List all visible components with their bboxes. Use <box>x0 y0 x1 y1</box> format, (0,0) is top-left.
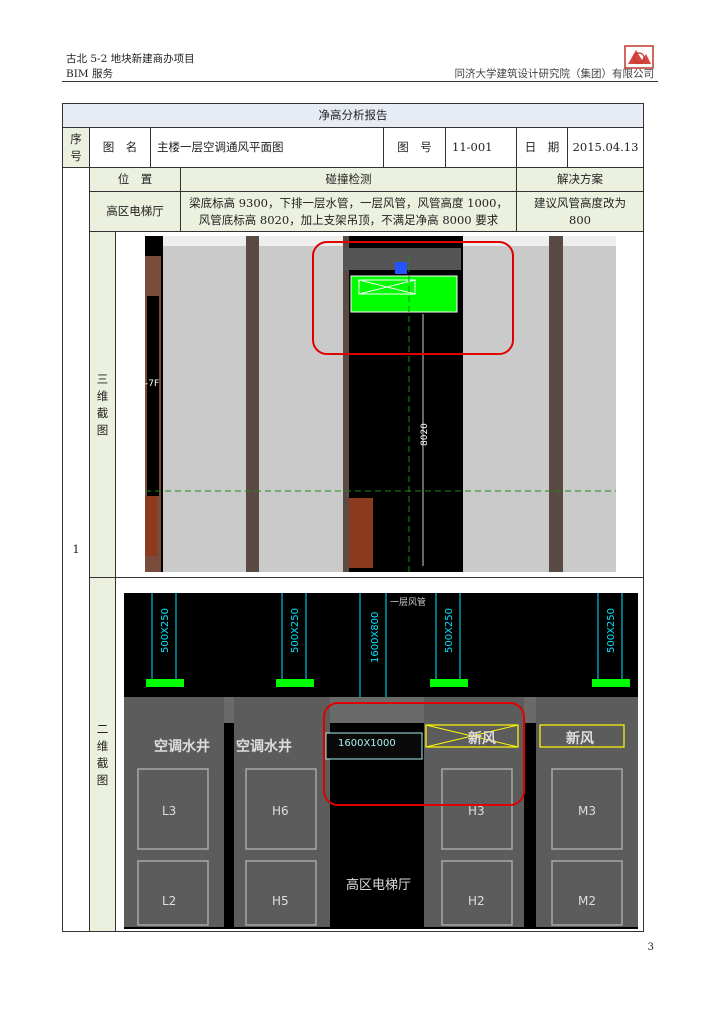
duct-tag-3: 1600X800 <box>370 612 381 663</box>
clash-header: 碰撞检测 <box>181 168 517 192</box>
room-l2: L2 <box>162 894 176 908</box>
clash-description: 梁底标高 9300，下排一层水管，一层风管，风管高度 1000，风管底标高 80… <box>181 192 517 232</box>
room-m2: M2 <box>578 894 596 908</box>
project-title: 古北 5-2 地块新建商办项目 <box>66 53 195 65</box>
seq-header: 序号 <box>63 128 90 168</box>
room-h5: H5 <box>272 894 289 908</box>
position-header: 位 置 <box>90 168 181 192</box>
name-label: 图 名 <box>90 128 151 168</box>
section-dim-text: 8020 <box>420 423 430 446</box>
solution-header: 解决方案 <box>517 168 643 192</box>
label-2d: 二维截图 <box>90 578 116 931</box>
page-number: 3 <box>647 942 654 953</box>
room-h3: H3 <box>468 804 485 818</box>
room-h6: H6 <box>272 804 289 818</box>
duct-tag-4: 500X250 <box>444 608 455 653</box>
report-date: 2015.04.13 <box>568 128 643 168</box>
fresh-air-label-2: 新风 <box>566 730 594 747</box>
section-3d-image: 8020 -7F <box>145 236 616 572</box>
drawing-name: 主楼一层空调通风平面图 <box>151 128 384 168</box>
plan-2d-image: 500X250 500X250 1600X800 500X250 500X250… <box>124 593 638 929</box>
section-left-tag: -7F <box>145 379 159 389</box>
row-index: 1 <box>63 168 90 931</box>
solution-value: 建议风管高度改为 800 <box>517 192 643 232</box>
room-l3: L3 <box>162 804 176 818</box>
page-header-left: 古北 5-2 地块新建商办项目 BIM 服务 <box>66 52 195 82</box>
position-value: 高区电梯厅 <box>90 192 181 232</box>
label-3d: 三维截图 <box>90 232 116 578</box>
number-label: 图 号 <box>384 128 446 168</box>
header-divider <box>62 81 658 82</box>
elevator-hall-label: 高区电梯厅 <box>346 877 411 893</box>
duct-tag-1: 500X250 <box>160 608 171 653</box>
main-duct-label: 1600X1000 <box>338 738 396 749</box>
drawing-number: 11-001 <box>446 128 517 168</box>
room-m3: M3 <box>578 804 596 818</box>
date-label: 日 期 <box>517 128 568 168</box>
duct-annotation: 一层风管 <box>390 596 426 608</box>
shaft-label-1: 空调水井 <box>154 738 210 755</box>
duct-tag-5: 500X250 <box>606 608 617 653</box>
report-title: 净高分析报告 <box>63 104 643 128</box>
organization-name: 同济大学建筑设计研究院（集团）有限公司 <box>454 68 655 80</box>
duct-tag-2: 500X250 <box>290 608 301 653</box>
shaft-label-2: 空调水井 <box>236 738 292 755</box>
room-h2: H2 <box>468 894 485 908</box>
service-label: BIM 服务 <box>66 68 113 80</box>
fresh-air-label-1: 新风 <box>468 730 496 747</box>
